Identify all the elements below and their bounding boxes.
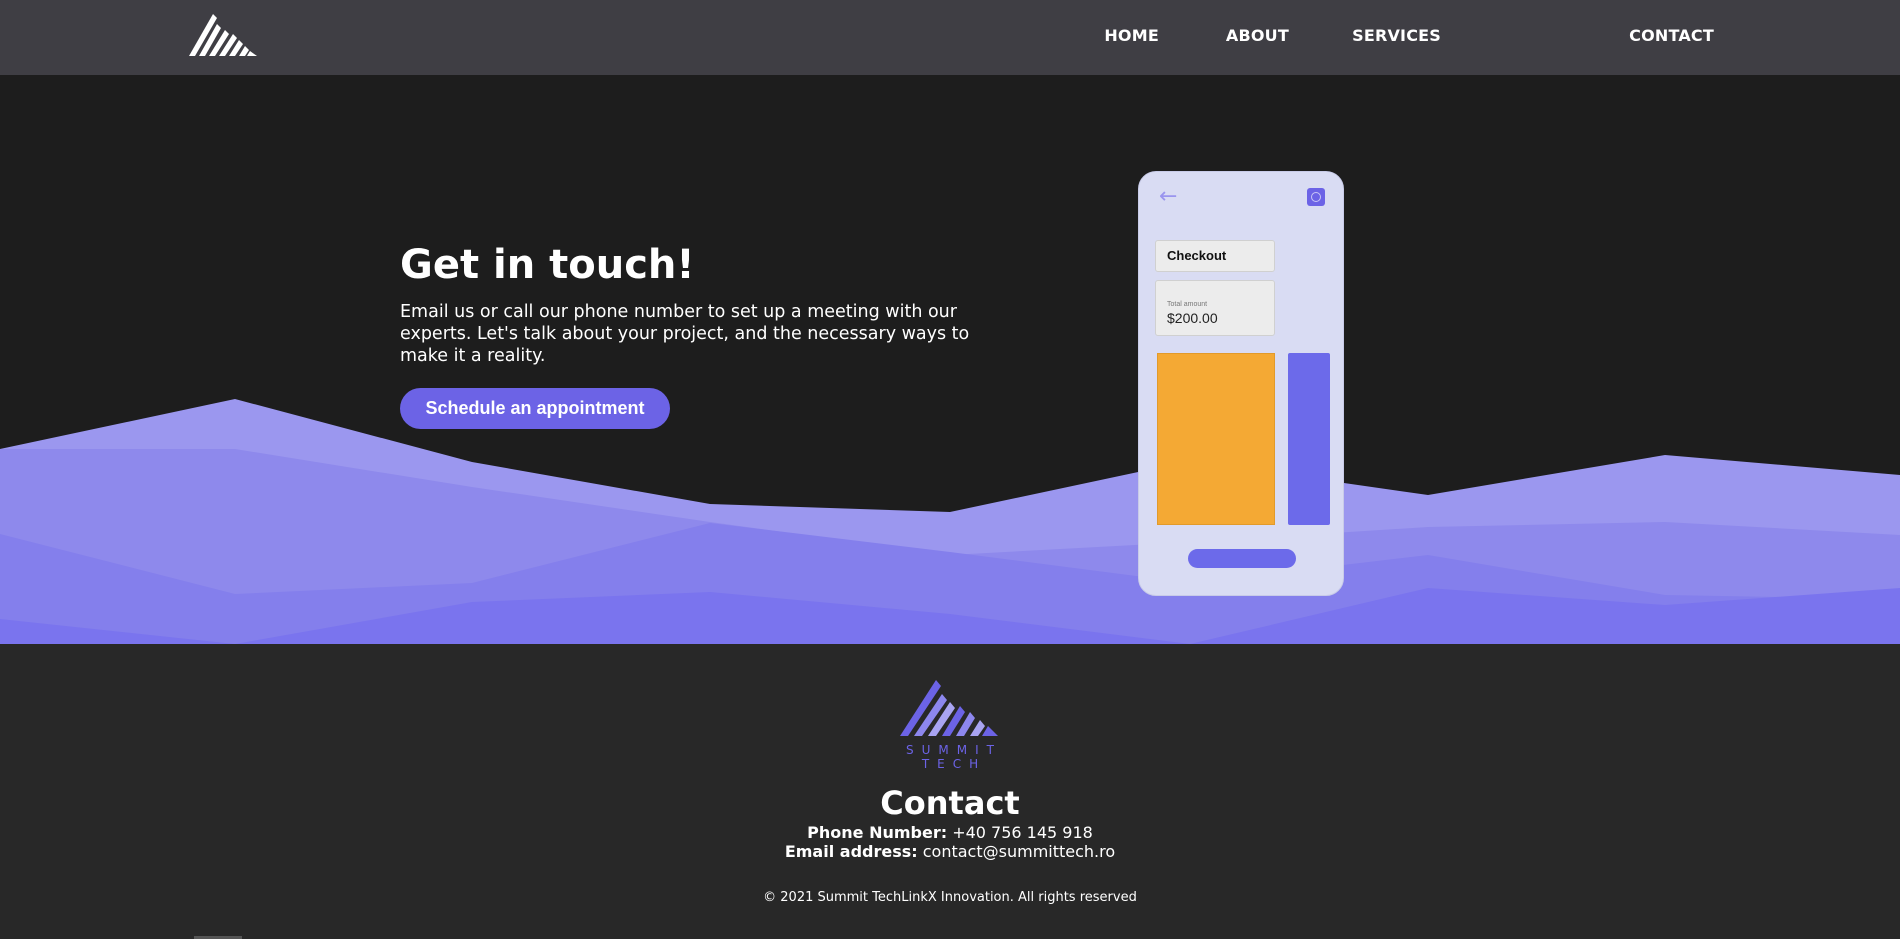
arrow-left-icon: ← <box>1159 184 1178 209</box>
phone-action-bar <box>1188 549 1296 568</box>
checkout-label: Checkout <box>1155 240 1275 272</box>
phone-mockup: ← Checkout Total amount $200.00 <box>1138 171 1344 596</box>
amount-label: Total amount <box>1167 301 1208 308</box>
phone-number-line: Phone Number: +40 756 145 918 <box>650 823 1250 843</box>
hero-text: Get in touch! Email us or call our phone… <box>400 241 1000 429</box>
email-address-value[interactable]: contact@summittech.ro <box>923 842 1115 861</box>
email-address-line: Email address: contact@summittech.ro <box>650 842 1250 862</box>
amount-value: $200.00 <box>1167 310 1218 326</box>
navbar: HOME ABOUT SERVICES CONTACT <box>0 0 1900 75</box>
nav-contact-link[interactable]: CONTACT <box>1629 26 1714 45</box>
schedule-appointment-button[interactable]: Schedule an appointment <box>400 388 670 429</box>
summit-tech-logo-icon <box>900 680 998 736</box>
hero-description: Email us or call our phone number to set… <box>400 302 970 366</box>
copyright-text: © 2021 Summit TechLinkX Innovation. All … <box>763 890 1137 905</box>
hero-title: Get in touch! <box>400 242 695 288</box>
brand-name-line-1: SUMMIT <box>906 743 1002 757</box>
email-address-label: Email address: <box>784 842 918 861</box>
nav-home-link[interactable]: HOME <box>1104 26 1159 45</box>
orange-card <box>1157 353 1275 525</box>
brand-name-line-2: TECH <box>921 757 987 771</box>
profile-icon <box>1307 188 1325 206</box>
contact-title: Contact <box>880 784 1020 822</box>
mountain-logo-icon[interactable] <box>187 12 259 58</box>
phone-number-label: Phone Number: <box>807 823 948 842</box>
nav-about-link[interactable]: ABOUT <box>1226 26 1289 45</box>
nav-services-link[interactable]: SERVICES <box>1352 26 1441 45</box>
footer: SUMMIT TECH Contact Phone Number: +40 75… <box>0 644 1900 939</box>
phone-number-value[interactable]: +40 756 145 918 <box>952 823 1093 842</box>
hero-section: Get in touch! Email us or call our phone… <box>0 75 1900 644</box>
amount-box: Total amount $200.00 <box>1155 280 1275 336</box>
blue-card <box>1288 353 1330 525</box>
